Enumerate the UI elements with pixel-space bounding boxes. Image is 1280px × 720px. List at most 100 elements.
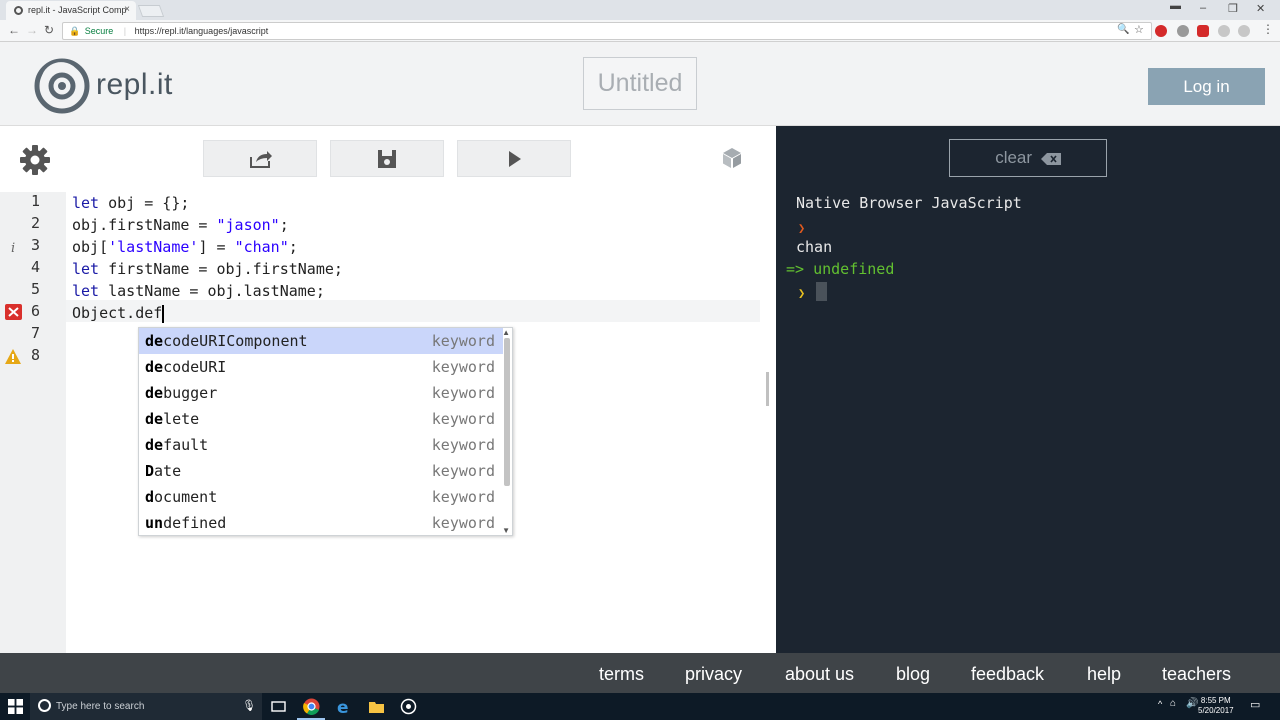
error-icon[interactable] [4, 304, 22, 321]
match-text: de [145, 436, 164, 454]
footer-link-help[interactable]: help [1087, 664, 1121, 685]
footer-link-blog[interactable]: blog [896, 664, 930, 685]
system-clock[interactable]: 8:55 PM 5/20/2017 [1198, 696, 1234, 716]
package-cube-icon[interactable] [720, 146, 744, 170]
autocomplete-popup: decodeURIComponent keyword decodeURI key… [138, 327, 513, 536]
console-pane: clear Native Browser JavaScript ❯ chan =… [776, 126, 1280, 653]
autocomplete-item[interactable]: delete keyword [139, 406, 503, 432]
settings-gear-icon[interactable] [19, 144, 51, 176]
suggestion-kind: keyword [431, 436, 495, 454]
scroll-up-icon[interactable]: ▲ [502, 328, 510, 337]
console-result: => undefined [786, 260, 894, 278]
edge-icon[interactable]: e [336, 698, 353, 715]
result-value: undefined [813, 260, 895, 278]
code-line[interactable]: obj.firstName = "jason"; [72, 214, 289, 236]
extension-icon[interactable] [1177, 25, 1189, 37]
scroll-down-icon[interactable]: ▼ [502, 526, 510, 535]
profile-icon[interactable]: ▬ [1170, 0, 1181, 12]
run-button[interactable] [457, 140, 571, 177]
back-icon[interactable]: ← [8, 23, 20, 37]
windows-taskbar: Type here to search 🎙 e ^ ⌂ 🔊 8:55 PM 5/… [0, 693, 1280, 720]
footer-link-teachers[interactable]: teachers [1162, 664, 1231, 685]
suggestion-kind: keyword [431, 514, 495, 532]
footer-link-feedback[interactable]: feedback [971, 664, 1044, 685]
extension-icon[interactable] [1218, 25, 1230, 37]
url-text: https://repl.it/languages/javascript [134, 26, 269, 36]
code-line-current[interactable]: Object.def [72, 302, 165, 324]
autocomplete-item[interactable]: default keyword [139, 432, 503, 458]
code-line[interactable]: obj['lastName'] = "chan"; [72, 236, 298, 258]
window-close-icon[interactable]: ✕ [1256, 2, 1265, 15]
windows-start-icon[interactable] [8, 699, 23, 714]
code-line[interactable]: let firstName = obj.firstName; [72, 258, 343, 280]
network-icon[interactable]: ⌂ [1170, 698, 1176, 709]
bookmark-star-icon[interactable]: ☆ [1134, 23, 1144, 36]
browser-tab[interactable]: repl.it - JavaScript Comp × [6, 1, 136, 20]
clear-label: clear [995, 148, 1033, 167]
console-input[interactable] [816, 282, 827, 301]
console-banner: Native Browser JavaScript [796, 194, 1022, 212]
address-bar: ← → ↻ 🔒 Secure | https://repl.it/languag… [0, 20, 1280, 42]
adblock-extension-icon[interactable] [1155, 25, 1167, 37]
clear-console-button[interactable]: clear [949, 139, 1107, 177]
footer-link-terms[interactable]: terms [599, 664, 644, 685]
zoom-icon[interactable]: 🔍 [1117, 24, 1129, 35]
tab-close-icon[interactable]: × [124, 4, 130, 15]
lock-icon: 🔒 [69, 26, 81, 36]
code-line[interactable]: let obj = {}; [72, 192, 189, 214]
result-prefix: => [786, 260, 805, 278]
url-input[interactable]: 🔒 Secure | https://repl.it/languages/jav… [62, 22, 1152, 40]
backspace-icon [1040, 152, 1061, 165]
login-button[interactable]: Log in [1148, 68, 1265, 105]
autocomplete-scrollbar[interactable] [504, 338, 510, 486]
site-footer: terms privacy about us blog feedback hel… [0, 653, 1280, 693]
info-icon[interactable]: i [4, 239, 22, 256]
console-output: chan [796, 238, 833, 256]
file-explorer-icon[interactable] [368, 698, 385, 715]
replit-logo-icon[interactable] [34, 58, 90, 114]
minimize-icon[interactable]: – [1200, 2, 1206, 14]
line-number: 5 [30, 280, 40, 298]
footer-link-about[interactable]: about us [785, 664, 854, 685]
pane-resize-handle[interactable] [766, 372, 769, 406]
share-button[interactable] [203, 140, 317, 177]
volume-icon[interactable]: 🔊 [1186, 698, 1198, 709]
line-number: 4 [30, 258, 40, 276]
chrome-icon[interactable] [303, 698, 320, 715]
save-button[interactable] [330, 140, 444, 177]
autocomplete-item[interactable]: undefined keyword [139, 510, 503, 536]
code-line[interactable]: let lastName = obj.lastName; [72, 280, 325, 302]
chrome-menu-icon[interactable]: ⋮ [1262, 22, 1274, 36]
project-title[interactable]: Untitled [583, 57, 697, 110]
warning-icon[interactable] [4, 348, 22, 365]
suggestion-kind: keyword [431, 462, 495, 480]
autocomplete-item[interactable]: debugger keyword [139, 380, 503, 406]
cortana-icon [38, 699, 51, 712]
app-icon[interactable] [400, 698, 417, 715]
suggestion-kind: keyword [431, 332, 495, 350]
notifications-icon[interactable]: ▭ [1250, 698, 1260, 711]
youtube-extension-icon[interactable] [1197, 25, 1209, 37]
autocomplete-item[interactable]: Date keyword [139, 458, 503, 484]
task-view-icon[interactable] [270, 698, 287, 715]
suggestion-text: codeURI [163, 358, 227, 376]
current-line-text: Object.def [72, 304, 163, 322]
match-text: un [145, 514, 164, 532]
autocomplete-item[interactable]: decodeURIComponent keyword [139, 328, 503, 354]
footer-link-privacy[interactable]: privacy [685, 664, 742, 685]
secure-label: Secure [84, 26, 114, 36]
tray-overflow-icon[interactable]: ^ [1158, 699, 1162, 709]
text-cursor [162, 304, 165, 323]
autocomplete-item[interactable]: document keyword [139, 484, 503, 510]
logo-text[interactable]: repl.it [96, 68, 173, 102]
reload-icon[interactable]: ↻ [44, 23, 54, 37]
line-number-gutter: 1 2 3 4 5 6 7 8 i [0, 192, 66, 653]
new-tab-button[interactable] [137, 5, 165, 17]
taskbar-search-input[interactable]: Type here to search [30, 693, 262, 720]
microphone-icon[interactable]: 🎙 [242, 699, 256, 712]
extension-icon[interactable] [1238, 25, 1250, 37]
autocomplete-item[interactable]: decodeURI keyword [139, 354, 503, 380]
forward-icon[interactable]: → [26, 23, 38, 37]
suggestion-kind: keyword [431, 384, 495, 402]
restore-icon[interactable]: ❐ [1228, 2, 1238, 15]
